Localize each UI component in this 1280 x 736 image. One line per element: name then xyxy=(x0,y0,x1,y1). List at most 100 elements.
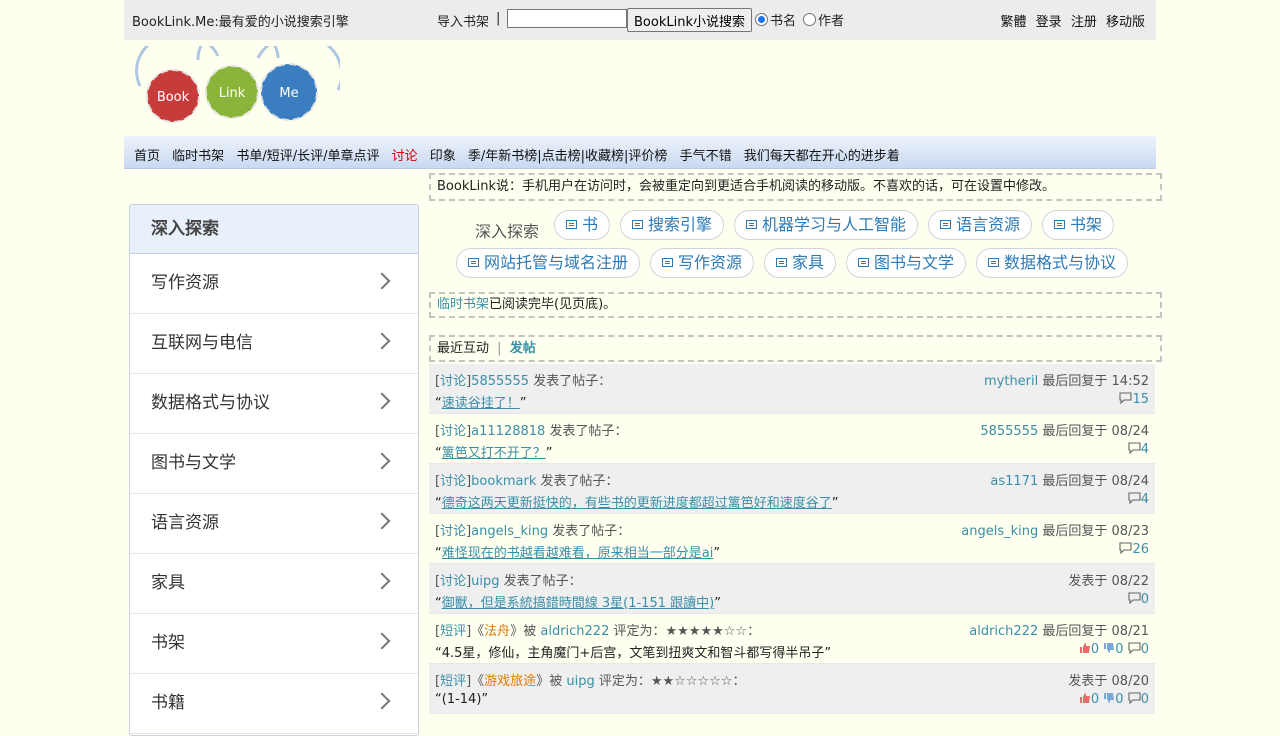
radio-author[interactable]: 作者 xyxy=(803,10,844,29)
nav-lucky-link[interactable]: 手气不错 xyxy=(680,149,732,164)
login-link[interactable]: 登录 xyxy=(1036,15,1062,30)
separator: | xyxy=(497,341,502,356)
list-item: [讨论]uipg 发表了帖子： “御獸，但是系統搞錯時間線 3星(1-151 跟… xyxy=(429,564,1155,614)
sidebar-item-writing[interactable]: 写作资源 xyxy=(130,254,418,314)
tag-machine-learning[interactable]: 机器学习与人工智能 xyxy=(734,210,919,240)
tag-books-literature[interactable]: 图书与文学 xyxy=(846,248,967,278)
comment-icon xyxy=(1128,592,1141,604)
nav-home[interactable]: 首页 xyxy=(134,149,160,164)
book-title-link[interactable]: 法舟 xyxy=(484,624,510,639)
post-title-link[interactable]: 速读谷挂了！ xyxy=(442,396,520,411)
comment-count[interactable]: 15 xyxy=(1119,392,1149,407)
radio-author-label: 作者 xyxy=(818,14,845,29)
downvote-button[interactable]: 0 xyxy=(1103,642,1124,657)
upvote-button[interactable]: 0 xyxy=(1079,642,1099,657)
meta-user-link[interactable]: mytheril xyxy=(984,374,1038,389)
register-link[interactable]: 注册 xyxy=(1071,15,1097,30)
tag-bookshelf[interactable]: 书架 xyxy=(1042,210,1115,240)
user-link[interactable]: bookmark xyxy=(471,474,536,489)
radio-unselected-icon[interactable] xyxy=(803,13,816,26)
thumbs-down-icon xyxy=(1104,693,1115,703)
tag-link[interactable]: 讨论 xyxy=(440,424,466,439)
nav-rankings[interactable]: 季/年新书榜|点击榜|收藏榜|评价榜 xyxy=(468,149,668,164)
meta-user-link[interactable]: angels_king xyxy=(961,524,1038,539)
document-icon xyxy=(988,258,999,267)
meta-user-link[interactable]: as1171 xyxy=(990,474,1038,489)
by-text: 被 xyxy=(549,674,563,689)
nav-discussion[interactable]: 讨论 xyxy=(392,149,418,164)
top-bar: BookLink.Me:最有爱的小说搜索引擎 导入书架 | BookLink小说… xyxy=(124,0,1156,40)
tag-furniture[interactable]: 家具 xyxy=(764,248,837,278)
user-link[interactable]: aldrich222 xyxy=(540,624,609,639)
downvote-button[interactable]: 0 xyxy=(1103,692,1124,707)
user-link[interactable]: angels_king xyxy=(471,524,548,539)
import-shelf-link[interactable]: 导入书架 xyxy=(437,11,489,30)
post-title-link[interactable]: 篱笆又打不开了？ xyxy=(442,446,546,461)
sidebar-item-books-literature[interactable]: 图书与文学 xyxy=(130,434,418,494)
mobile-notice: BookLink说：手机用户在访问时，会被重定向到更适合手机阅读的移动版。不喜欢… xyxy=(429,173,1162,201)
tag-link[interactable]: 短评 xyxy=(440,624,466,639)
tag-link[interactable]: 讨论 xyxy=(440,474,466,489)
comment-count[interactable]: 26 xyxy=(1119,542,1149,557)
comment-count[interactable]: 0 xyxy=(1128,642,1149,657)
tag-data-formats[interactable]: 数据格式与协议 xyxy=(976,248,1129,278)
radio-title[interactable]: 书名 xyxy=(755,10,796,29)
nav-temp-shelf[interactable]: 临时书架 xyxy=(172,149,224,164)
tag-link[interactable]: 讨论 xyxy=(440,524,466,539)
tag-language-resources[interactable]: 语言资源 xyxy=(928,210,1033,240)
search-button[interactable]: BookLink小说搜索 xyxy=(627,8,752,32)
sidebar-item-label: 互联网与电信 xyxy=(151,333,253,353)
explore-label: 深入探索 xyxy=(475,222,540,241)
user-link[interactable]: uipg xyxy=(566,674,594,689)
tag-link[interactable]: 短评 xyxy=(440,674,466,689)
sidebar-item-language[interactable]: 语言资源 xyxy=(130,494,418,554)
user-link[interactable]: a11128818 xyxy=(471,424,545,439)
nav-impression[interactable]: 印象 xyxy=(430,149,456,164)
upvote-button[interactable]: 0 xyxy=(1079,692,1099,707)
radio-selected-icon[interactable] xyxy=(755,13,768,26)
meta-time: 最后回复于 08/21 xyxy=(1042,624,1149,639)
thumbs-down-icon xyxy=(1104,643,1115,653)
user-link[interactable]: uipg xyxy=(471,574,499,589)
comment-count[interactable]: 4 xyxy=(1128,442,1149,457)
gear-me-label: Me xyxy=(279,86,298,101)
document-icon xyxy=(940,220,951,229)
sidebar-item-data-formats[interactable]: 数据格式与协议 xyxy=(130,374,418,434)
meta-user-link[interactable]: aldrich222 xyxy=(969,624,1038,639)
sidebar-item-internet[interactable]: 互联网与电信 xyxy=(130,314,418,374)
chevron-right-icon xyxy=(373,392,391,410)
tag-link[interactable]: 讨论 xyxy=(440,374,466,389)
post-title-link[interactable]: 御獸，但是系統搞錯時間線 3星(1-151 跟讀中) xyxy=(442,596,714,611)
chevron-right-icon xyxy=(373,512,391,530)
new-post-link[interactable]: 发帖 xyxy=(510,341,536,356)
traditional-link[interactable]: 繁體 xyxy=(1001,15,1027,30)
comment-count[interactable]: 4 xyxy=(1128,492,1149,507)
book-title-link[interactable]: 游戏旅途 xyxy=(484,674,536,689)
meta-user-link[interactable]: 5855555 xyxy=(980,424,1038,439)
tag-writing-resources[interactable]: 写作资源 xyxy=(650,248,755,278)
comment-count[interactable]: 0 xyxy=(1128,692,1149,707)
nav-reviews[interactable]: 书单/短评/长评/单章点评 xyxy=(236,149,379,164)
action-text: 发表了帖子： xyxy=(540,474,619,489)
list-item: [讨论]bookmark 发表了帖子： “德奇这两天更新挺快的，有些书的更新进度… xyxy=(429,464,1155,514)
document-icon xyxy=(662,258,673,267)
sidebar-item-bookshelf[interactable]: 书架 xyxy=(130,614,418,674)
meta-time: 最后回复于 08/24 xyxy=(1042,424,1149,439)
document-icon xyxy=(632,220,643,229)
temp-shelf-link[interactable]: 临时书架 xyxy=(437,297,489,312)
mobile-link[interactable]: 移动版 xyxy=(1106,15,1145,30)
tag-search-engine[interactable]: 搜索引擎 xyxy=(620,210,725,240)
booklink-logo[interactable]: Book Link Me xyxy=(128,46,340,132)
tag-web-hosting[interactable]: 网站托管与域名注册 xyxy=(456,248,641,278)
post-title-link[interactable]: 难怪现在的书越看越难看，原来相当一部分是ai xyxy=(442,546,714,561)
comment-count[interactable]: 0 xyxy=(1128,592,1149,607)
gear-link-icon: Link xyxy=(205,65,259,119)
search-input[interactable] xyxy=(507,9,627,28)
user-link[interactable]: 5855555 xyxy=(471,374,529,389)
tag-link[interactable]: 讨论 xyxy=(440,574,466,589)
sidebar-item-furniture[interactable]: 家具 xyxy=(130,554,418,614)
tag-book[interactable]: 书 xyxy=(554,210,611,240)
sidebar-item-books[interactable]: 书籍 xyxy=(130,674,418,734)
post-title-link[interactable]: 德奇这两天更新挺快的，有些书的更新进度都超过篱笆好和速度谷了 xyxy=(442,496,832,511)
sidebar-title: 深入探索 xyxy=(130,205,418,254)
